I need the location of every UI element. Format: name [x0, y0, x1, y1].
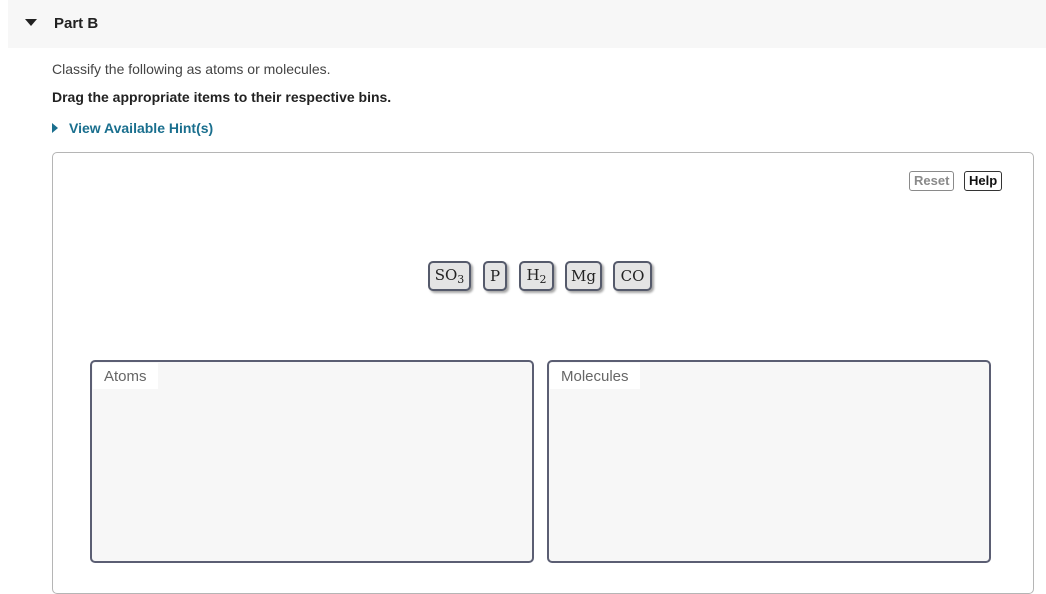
part-title: Part B [54, 15, 99, 32]
bin-label-atoms: Atoms [93, 363, 158, 389]
reset-button[interactable]: Reset [909, 171, 955, 191]
caret-down-icon[interactable] [25, 19, 37, 26]
draggable-tile-h2[interactable]: H2 [519, 261, 554, 291]
tile-formula: CO [620, 267, 645, 285]
drag-drop-workspace: Reset Help SO3 P H2 Mg CO Atoms Molecule… [52, 152, 1034, 594]
tile-formula: Mg [571, 267, 596, 285]
view-hints-link[interactable]: View Available Hint(s) [52, 120, 213, 136]
tile-formula: P [489, 267, 501, 285]
view-hints-label[interactable]: View Available Hint(s) [69, 120, 213, 136]
bin-molecules[interactable]: Molecules [547, 360, 991, 563]
tile-formula: H2 [526, 266, 547, 286]
instruction-text: Classify the following as atoms or molec… [52, 61, 331, 77]
draggable-tile-mg[interactable]: Mg [565, 261, 602, 291]
draggable-tile-co[interactable]: CO [613, 261, 652, 291]
bin-label-molecules: Molecules [550, 363, 640, 389]
instruction-bold-text: Drag the appropriate items to their resp… [52, 89, 392, 105]
draggable-tile-p[interactable]: P [483, 261, 507, 291]
draggable-tile-so3[interactable]: SO3 [428, 261, 471, 291]
caret-right-icon [52, 123, 58, 133]
part-header[interactable]: Part B [8, 0, 1046, 48]
tile-formula: SO3 [434, 266, 465, 286]
help-button[interactable]: Help [964, 171, 1003, 191]
bin-atoms[interactable]: Atoms [90, 360, 534, 563]
